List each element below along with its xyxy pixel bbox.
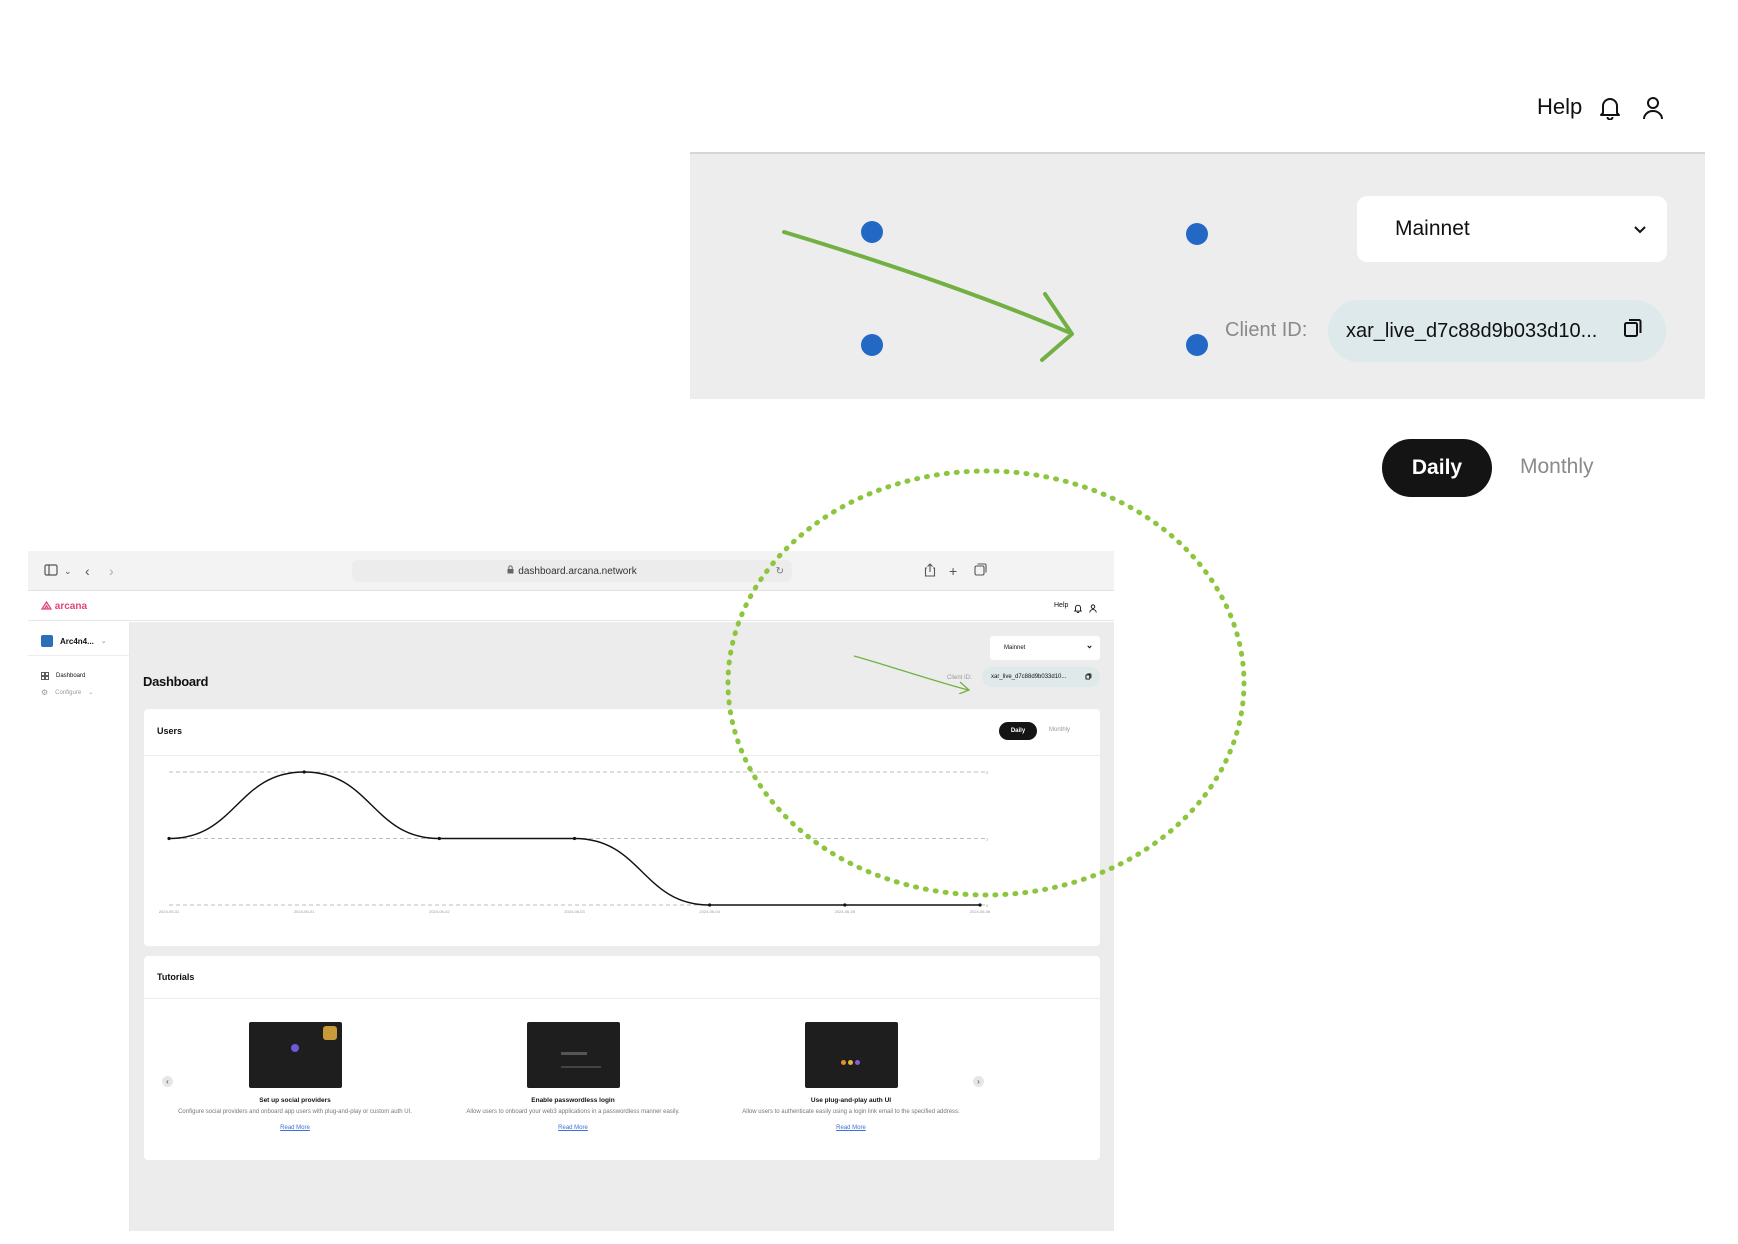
read-more-link[interactable]: Read More <box>836 1125 866 1131</box>
tab-daily[interactable]: Daily <box>1382 439 1492 497</box>
tutorial-title: Enable passwordless login <box>531 1097 615 1104</box>
sidebar: Arc4n4... ⌄ Dashboard ⚙ Configure ⌄ <box>28 622 130 1231</box>
x-tick-label: 2024-06-02 <box>429 909 450 914</box>
data-point <box>572 836 577 841</box>
selection-handle[interactable] <box>1186 334 1208 356</box>
data-point <box>437 836 441 841</box>
users-card-title: Users <box>157 726 183 736</box>
avatar-icon <box>290 1044 299 1052</box>
lock-icon <box>507 565 514 577</box>
arcana-logo[interactable]: arcana <box>40 600 88 612</box>
copy-icon[interactable] <box>1622 317 1644 345</box>
tutorial-thumbnail <box>526 1022 620 1088</box>
tutorial-description: Allow users to onboard your web3 applica… <box>466 1109 680 1115</box>
x-tick-label: 2024-06-04 <box>699 909 720 914</box>
network-select[interactable]: Mainnet <box>1357 196 1667 262</box>
divider <box>144 998 1100 999</box>
green-arrow-annotation <box>782 230 1074 362</box>
tutorial-item: Use plug-and-play auth UI Allow users to… <box>701 1022 1001 1134</box>
client-id-value: xar_live_d7c88d9b033d10... <box>1346 319 1598 342</box>
app-switcher[interactable]: Arc4n4... ⌄ <box>41 635 107 647</box>
selection-handle[interactable] <box>861 334 883 356</box>
forward-icon[interactable]: › <box>109 563 114 579</box>
sidebar-item-configure[interactable]: ⚙ Configure ⌄ <box>41 688 93 697</box>
sidebar-toggle-icon[interactable] <box>44 563 58 579</box>
divider <box>28 655 130 656</box>
zoom-filter-band: Mainnet Client ID: xar_live_d7c88d9b033d… <box>690 152 1705 399</box>
dot-icon <box>854 1060 860 1065</box>
zoom-callout: Help Mainnet Client ID: xar_live_d7c88d9… <box>690 0 1705 525</box>
dotted-circle-annotation <box>725 468 1247 898</box>
help-link[interactable]: Help <box>1537 94 1582 120</box>
arcana-logo-icon <box>40 600 55 612</box>
sidebar-item-label: Configure <box>55 689 82 696</box>
gear-icon: ⚙ <box>41 688 49 697</box>
x-tick-label: 2024-05-31 <box>159 909 180 914</box>
data-point <box>167 836 171 841</box>
tutorial-title: Set up social providers <box>259 1097 331 1104</box>
user-icon[interactable] <box>1642 96 1664 125</box>
read-more-link[interactable]: Read More <box>280 1125 310 1131</box>
sidebar-item-label: Dashboard <box>56 673 86 679</box>
tab-monthly[interactable]: Monthly <box>1520 455 1594 479</box>
app-name: Arc4n4... <box>60 636 94 646</box>
tutorial-title: Use plug-and-play auth UI <box>810 1097 892 1104</box>
sidebar-item-dashboard[interactable]: Dashboard <box>41 667 85 685</box>
x-tick-label: 2024-06-01 <box>294 909 315 914</box>
tutorial-thumbnail <box>248 1022 342 1088</box>
back-icon[interactable]: ‹ <box>85 563 90 579</box>
tutorial-description: Allow users to authenticate easily using… <box>742 1109 960 1115</box>
data-point <box>708 903 712 907</box>
page-title: Dashboard <box>143 674 209 689</box>
thumbnail-line <box>560 1052 587 1055</box>
tutorial-description: Configure social providers and onboard a… <box>178 1109 412 1115</box>
selection-handle[interactable] <box>1186 223 1208 245</box>
client-id-pill: xar_live_d7c88d9b033d10... <box>1328 300 1666 362</box>
data-point <box>302 770 306 774</box>
chevron-down-icon[interactable]: ⌄ <box>64 563 72 579</box>
badge-icon <box>322 1026 337 1040</box>
app-avatar <box>41 635 53 647</box>
tutorials-title: Tutorials <box>157 972 195 982</box>
selection-handle[interactable] <box>861 221 883 243</box>
tutorial-item: Set up social providers Configure social… <box>145 1022 445 1134</box>
zoom-header: Help <box>690 0 1705 152</box>
chevron-down-icon <box>1633 217 1647 241</box>
bell-icon[interactable] <box>1599 96 1621 125</box>
dot-icon <box>840 1060 846 1065</box>
thumbnail-line <box>560 1066 601 1068</box>
network-select-value: Mainnet <box>1395 217 1470 240</box>
chevron-down-icon: ⌄ <box>100 638 107 645</box>
read-more-link[interactable]: Read More <box>558 1125 588 1131</box>
x-tick-label: 2024-06-03 <box>564 909 585 914</box>
tutorial-thumbnail <box>804 1022 898 1088</box>
tutorials-card: Tutorials ‹ › Set up social providers Co… <box>144 956 1100 1160</box>
dot-icon <box>847 1060 853 1065</box>
grid-icon <box>41 667 49 685</box>
url-text: dashboard.arcana.network <box>518 565 637 577</box>
tutorial-item: Enable passwordless login Allow users to… <box>423 1022 723 1134</box>
arcana-logo-text: arcana <box>54 601 88 612</box>
chevron-down-icon: ⌄ <box>88 690 94 696</box>
